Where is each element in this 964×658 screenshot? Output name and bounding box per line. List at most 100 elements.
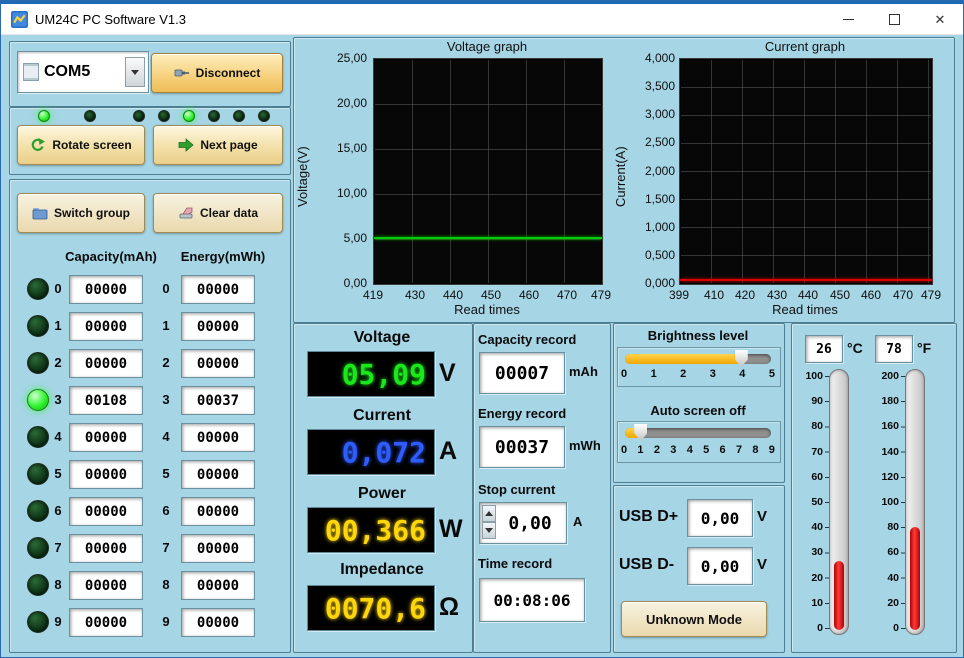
xtick: 440 bbox=[436, 288, 470, 302]
scale-label: 40 bbox=[811, 521, 823, 533]
chevron-down-icon bbox=[131, 70, 139, 75]
scale-label: 40 bbox=[887, 572, 899, 584]
spin-up-button[interactable] bbox=[482, 505, 496, 522]
xtick: 430 bbox=[760, 288, 794, 302]
group-row-led bbox=[27, 389, 49, 411]
tick-label: 3 bbox=[670, 444, 676, 456]
celsius-unit: °C bbox=[847, 340, 863, 356]
current-chart-ylabel: Current(A) bbox=[613, 129, 628, 225]
celsius-value: 26 bbox=[805, 335, 843, 363]
folder-icon bbox=[32, 205, 48, 221]
row-index: 0 bbox=[159, 281, 173, 296]
xtick: 420 bbox=[728, 288, 762, 302]
group-row-led bbox=[27, 426, 49, 448]
row-index: 3 bbox=[51, 392, 65, 407]
voltage-chart-xlabel: Read times bbox=[373, 302, 601, 317]
row-index: 5 bbox=[159, 466, 173, 481]
rotate-screen-button[interactable]: Rotate screen bbox=[17, 125, 145, 165]
tick-label: 4 bbox=[739, 368, 745, 380]
scale-label: 140 bbox=[881, 446, 899, 458]
xtick: 450 bbox=[474, 288, 508, 302]
capacity-cell: 00000 bbox=[69, 497, 143, 526]
title-bar[interactable]: UM24C PC Software V1.3 ✕ bbox=[1, 4, 963, 35]
current-meter-label: Current bbox=[293, 407, 471, 425]
energy-cell: 00000 bbox=[181, 497, 255, 526]
ytick: 25,00 bbox=[337, 50, 367, 66]
capacity-column-header: Capacity(mAh) bbox=[51, 249, 171, 264]
capacity-cell: 00000 bbox=[69, 571, 143, 600]
maximize-icon bbox=[889, 14, 900, 25]
time-record-label: Time record bbox=[478, 556, 552, 571]
group-row-led bbox=[27, 463, 49, 485]
rotate-screen-label: Rotate screen bbox=[52, 138, 131, 152]
energy-cell: 00000 bbox=[181, 275, 255, 304]
energy-cell: 00000 bbox=[181, 571, 255, 600]
auto-screen-off-slider[interactable] bbox=[625, 428, 771, 438]
maximize-button[interactable] bbox=[871, 4, 917, 34]
scale-label: 80 bbox=[811, 420, 823, 432]
xtick: 430 bbox=[398, 288, 432, 302]
capacity-cell: 00000 bbox=[69, 460, 143, 489]
close-button[interactable]: ✕ bbox=[917, 4, 963, 34]
brightness-slider[interactable] bbox=[625, 354, 771, 364]
switch-group-button[interactable]: Switch group bbox=[17, 193, 145, 233]
scale-label: 160 bbox=[881, 420, 899, 432]
tick-label: 1 bbox=[637, 444, 643, 456]
plug-icon bbox=[174, 65, 190, 81]
impedance-unit: Ω bbox=[439, 593, 459, 622]
voltage-chart-yticks: 25,00 20,00 15,00 10,00 5,00 0,00 bbox=[323, 50, 367, 291]
chevron-down-icon bbox=[485, 528, 493, 533]
fahrenheit-thermometer bbox=[905, 369, 925, 635]
xtick: 460 bbox=[512, 288, 546, 302]
spin-down-button[interactable] bbox=[482, 522, 496, 539]
stop-current-spinner bbox=[482, 505, 496, 539]
energy-cell: 00000 bbox=[181, 423, 255, 452]
row-index: 1 bbox=[159, 318, 173, 333]
stop-current-value[interactable]: 0,00 bbox=[508, 513, 551, 534]
stop-current-control[interactable]: 0,00 bbox=[479, 502, 567, 544]
capacity-cell: 00000 bbox=[69, 349, 143, 378]
usb-dplus-label: USB D+ bbox=[619, 508, 678, 526]
tick-label: 0 bbox=[621, 368, 627, 380]
disconnect-label: Disconnect bbox=[196, 66, 261, 80]
xtick: 440 bbox=[791, 288, 825, 302]
tick-label: 5 bbox=[703, 444, 709, 456]
ytick: 1,500 bbox=[645, 191, 675, 207]
ytick: 4,000 bbox=[645, 50, 675, 66]
com-port-dropdown-button[interactable] bbox=[125, 57, 145, 87]
com-port-combo[interactable]: COM5 bbox=[17, 51, 149, 93]
voltage-chart-title: Voltage graph bbox=[373, 39, 601, 54]
scale-label: 90 bbox=[811, 395, 823, 407]
usb-dminus-label: USB D- bbox=[619, 556, 674, 574]
mode-button[interactable]: Unknown Mode bbox=[621, 601, 767, 637]
fahrenheit-scale: 200 180 160 140 120 100 80 60 40 20 0 bbox=[863, 370, 899, 634]
close-icon: ✕ bbox=[935, 13, 946, 26]
scale-label: 20 bbox=[811, 572, 823, 584]
auto-screen-off-label: Auto screen off bbox=[613, 403, 783, 418]
status-led bbox=[258, 110, 270, 122]
disconnect-button[interactable]: Disconnect bbox=[151, 53, 283, 93]
row-index: 0 bbox=[51, 281, 65, 296]
next-page-button[interactable]: Next page bbox=[153, 125, 283, 165]
tick-label: 4 bbox=[687, 444, 693, 456]
time-record-value: 00:08:06 bbox=[479, 578, 585, 622]
status-led bbox=[133, 110, 145, 122]
scale-label: 60 bbox=[887, 546, 899, 558]
row-index: 2 bbox=[51, 355, 65, 370]
row-index: 9 bbox=[159, 614, 173, 629]
voltage-unit: V bbox=[439, 359, 456, 388]
minimize-button[interactable] bbox=[825, 4, 871, 34]
ytick: 3,500 bbox=[645, 78, 675, 94]
clear-data-button[interactable]: Clear data bbox=[153, 193, 283, 233]
current-trace bbox=[680, 279, 932, 281]
energy-cell: 00000 bbox=[181, 460, 255, 489]
tick-label: 2 bbox=[680, 368, 686, 380]
xtick: 460 bbox=[854, 288, 888, 302]
row-index: 4 bbox=[51, 429, 65, 444]
xtick: 410 bbox=[697, 288, 731, 302]
brightness-slider-frame bbox=[617, 347, 781, 387]
fahrenheit-unit: °F bbox=[917, 340, 931, 356]
um24c-window: UM24C PC Software V1.3 ✕ COM5 Disconnect bbox=[0, 0, 964, 658]
tick-label: 5 bbox=[769, 368, 775, 380]
scale-label: 10 bbox=[811, 597, 823, 609]
